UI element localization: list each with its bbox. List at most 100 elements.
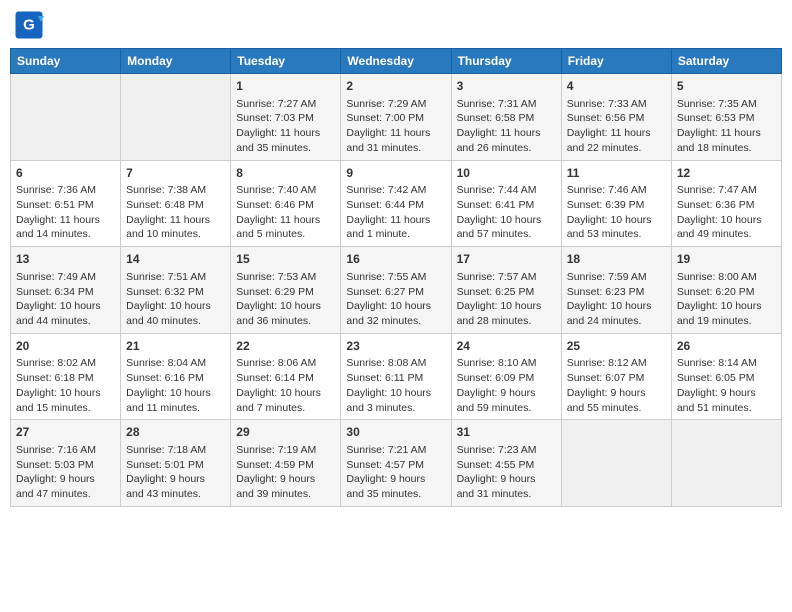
day-info: Sunrise: 7:42 AM Sunset: 6:44 PM Dayligh… — [346, 183, 445, 242]
day-number: 20 — [16, 338, 115, 355]
calendar-cell: 19 Sunrise: 8:00 AM Sunset: 6:20 PM Dayli… — [671, 247, 781, 334]
day-number: 30 — [346, 424, 445, 441]
calendar-cell: 27 Sunrise: 7:16 AM Sunset: 5:03 PM Dayli… — [11, 420, 121, 507]
calendar-cell: 23Sunrise: 8:08 AM Sunset: 6:11 PM Dayli… — [341, 333, 451, 420]
day-number: 13 — [16, 251, 115, 268]
logo-icon: G — [14, 10, 44, 40]
day-number: 27 — [16, 424, 115, 441]
day-info: Sunrise: 7:16 AM Sunset: 5:03 PM Dayligh… — [16, 443, 115, 502]
calendar-body: 1Sunrise: 7:27 AM Sunset: 7:03 PM Daylig… — [11, 74, 782, 507]
page-header: G — [10, 10, 782, 40]
calendar-cell: 8Sunrise: 7:40 AM Sunset: 6:46 PM Daylig… — [231, 160, 341, 247]
day-number: 26 — [677, 338, 776, 355]
day-info: Sunrise: 7:44 AM Sunset: 6:41 PM Dayligh… — [457, 183, 556, 242]
day-info: Sunrise: 7:51 AM Sunset: 6:32 PM Dayligh… — [126, 270, 225, 329]
day-info: Sunrise: 7:23 AM Sunset: 4:55 PM Dayligh… — [457, 443, 556, 502]
day-info: Sunrise: 8:12 AM Sunset: 6:07 PM Dayligh… — [567, 356, 666, 415]
day-number: 22 — [236, 338, 335, 355]
day-number: 12 — [677, 165, 776, 182]
calendar-table: SundayMondayTuesdayWednesdayThursdayFrid… — [10, 48, 782, 507]
day-info: Sunrise: 8:08 AM Sunset: 6:11 PM Dayligh… — [346, 356, 445, 415]
weekday-header-row: SundayMondayTuesdayWednesdayThursdayFrid… — [11, 49, 782, 74]
day-info: Sunrise: 8:00 AM Sunset: 6:20 PM Dayligh… — [677, 270, 776, 329]
day-number: 19 — [677, 251, 776, 268]
calendar-cell: 10Sunrise: 7:44 AM Sunset: 6:41 PM Dayli… — [451, 160, 561, 247]
calendar-cell: 18Sunrise: 7:59 AM Sunset: 6:23 PM Dayli… — [561, 247, 671, 334]
calendar-cell: 17 Sunrise: 7:57 AM Sunset: 6:25 PM Dayli… — [451, 247, 561, 334]
calendar-cell: 28Sunrise: 7:18 AM Sunset: 5:01 PM Dayli… — [121, 420, 231, 507]
calendar-cell: 21Sunrise: 8:04 AM Sunset: 6:16 PM Dayli… — [121, 333, 231, 420]
day-info: Sunrise: 8:02 AM Sunset: 6:18 PM Dayligh… — [16, 356, 115, 415]
day-number: 23 — [346, 338, 445, 355]
day-number: 29 — [236, 424, 335, 441]
calendar-cell: 24Sunrise: 8:10 AM Sunset: 6:09 PM Dayli… — [451, 333, 561, 420]
day-number: 14 — [126, 251, 225, 268]
day-number: 3 — [457, 78, 556, 95]
day-number: 7 — [126, 165, 225, 182]
calendar-cell: 1Sunrise: 7:27 AM Sunset: 7:03 PM Daylig… — [231, 74, 341, 161]
calendar-cell: 15 Sunrise: 7:53 AM Sunset: 6:29 PM Dayli… — [231, 247, 341, 334]
calendar-week-row: 27 Sunrise: 7:16 AM Sunset: 5:03 PM Dayli… — [11, 420, 782, 507]
calendar-cell — [671, 420, 781, 507]
weekday-header-thursday: Thursday — [451, 49, 561, 74]
day-info: Sunrise: 7:33 AM Sunset: 6:56 PM Dayligh… — [567, 97, 666, 156]
calendar-week-row: 20Sunrise: 8:02 AM Sunset: 6:18 PM Dayli… — [11, 333, 782, 420]
day-number: 4 — [567, 78, 666, 95]
calendar-cell: 6Sunrise: 7:36 AM Sunset: 6:51 PM Daylig… — [11, 160, 121, 247]
weekday-header-saturday: Saturday — [671, 49, 781, 74]
day-info: Sunrise: 7:27 AM Sunset: 7:03 PM Dayligh… — [236, 97, 335, 156]
calendar-cell: 7Sunrise: 7:38 AM Sunset: 6:48 PM Daylig… — [121, 160, 231, 247]
day-info: Sunrise: 7:46 AM Sunset: 6:39 PM Dayligh… — [567, 183, 666, 242]
calendar-cell — [121, 74, 231, 161]
calendar-cell: 14 Sunrise: 7:51 AM Sunset: 6:32 PM Dayli… — [121, 247, 231, 334]
calendar-cell: 12Sunrise: 7:47 AM Sunset: 6:36 PM Dayli… — [671, 160, 781, 247]
day-info: Sunrise: 7:57 AM Sunset: 6:25 PM Dayligh… — [457, 270, 556, 329]
day-info: Sunrise: 8:04 AM Sunset: 6:16 PM Dayligh… — [126, 356, 225, 415]
calendar-cell: 26Sunrise: 8:14 AM Sunset: 6:05 PM Dayli… — [671, 333, 781, 420]
calendar-cell — [11, 74, 121, 161]
day-number: 10 — [457, 165, 556, 182]
day-number: 25 — [567, 338, 666, 355]
day-number: 28 — [126, 424, 225, 441]
calendar-cell: 29 Sunrise: 7:19 AM Sunset: 4:59 PM Dayli… — [231, 420, 341, 507]
day-number: 5 — [677, 78, 776, 95]
day-info: Sunrise: 7:55 AM Sunset: 6:27 PM Dayligh… — [346, 270, 445, 329]
weekday-header-wednesday: Wednesday — [341, 49, 451, 74]
day-info: Sunrise: 8:06 AM Sunset: 6:14 PM Dayligh… — [236, 356, 335, 415]
day-number: 8 — [236, 165, 335, 182]
day-info: Sunrise: 8:14 AM Sunset: 6:05 PM Dayligh… — [677, 356, 776, 415]
day-info: Sunrise: 7:19 AM Sunset: 4:59 PM Dayligh… — [236, 443, 335, 502]
day-number: 6 — [16, 165, 115, 182]
day-info: Sunrise: 7:47 AM Sunset: 6:36 PM Dayligh… — [677, 183, 776, 242]
calendar-cell — [561, 420, 671, 507]
calendar-cell: 25Sunrise: 8:12 AM Sunset: 6:07 PM Dayli… — [561, 333, 671, 420]
calendar-week-row: 1Sunrise: 7:27 AM Sunset: 7:03 PM Daylig… — [11, 74, 782, 161]
calendar-cell: 5 Sunrise: 7:35 AM Sunset: 6:53 PM Daylig… — [671, 74, 781, 161]
calendar-header: SundayMondayTuesdayWednesdayThursdayFrid… — [11, 49, 782, 74]
weekday-header-tuesday: Tuesday — [231, 49, 341, 74]
day-number: 9 — [346, 165, 445, 182]
calendar-cell: 22Sunrise: 8:06 AM Sunset: 6:14 PM Dayli… — [231, 333, 341, 420]
day-info: Sunrise: 7:38 AM Sunset: 6:48 PM Dayligh… — [126, 183, 225, 242]
day-info: Sunrise: 7:49 AM Sunset: 6:34 PM Dayligh… — [16, 270, 115, 329]
day-number: 17 — [457, 251, 556, 268]
weekday-header-sunday: Sunday — [11, 49, 121, 74]
calendar-cell: 31 Sunrise: 7:23 AM Sunset: 4:55 PM Dayli… — [451, 420, 561, 507]
day-number: 15 — [236, 251, 335, 268]
day-info: Sunrise: 7:21 AM Sunset: 4:57 PM Dayligh… — [346, 443, 445, 502]
calendar-cell: 11Sunrise: 7:46 AM Sunset: 6:39 PM Dayli… — [561, 160, 671, 247]
day-info: Sunrise: 7:35 AM Sunset: 6:53 PM Dayligh… — [677, 97, 776, 156]
day-number: 11 — [567, 165, 666, 182]
day-info: Sunrise: 7:53 AM Sunset: 6:29 PM Dayligh… — [236, 270, 335, 329]
calendar-cell: 9Sunrise: 7:42 AM Sunset: 6:44 PM Daylig… — [341, 160, 451, 247]
day-info: Sunrise: 8:10 AM Sunset: 6:09 PM Dayligh… — [457, 356, 556, 415]
weekday-header-friday: Friday — [561, 49, 671, 74]
svg-text:G: G — [23, 17, 35, 34]
day-info: Sunrise: 7:29 AM Sunset: 7:00 PM Dayligh… — [346, 97, 445, 156]
day-number: 18 — [567, 251, 666, 268]
logo: G — [14, 10, 48, 40]
day-number: 31 — [457, 424, 556, 441]
calendar-cell: 16Sunrise: 7:55 AM Sunset: 6:27 PM Dayli… — [341, 247, 451, 334]
calendar-cell: 3Sunrise: 7:31 AM Sunset: 6:58 PM Daylig… — [451, 74, 561, 161]
calendar-cell: 2Sunrise: 7:29 AM Sunset: 7:00 PM Daylig… — [341, 74, 451, 161]
